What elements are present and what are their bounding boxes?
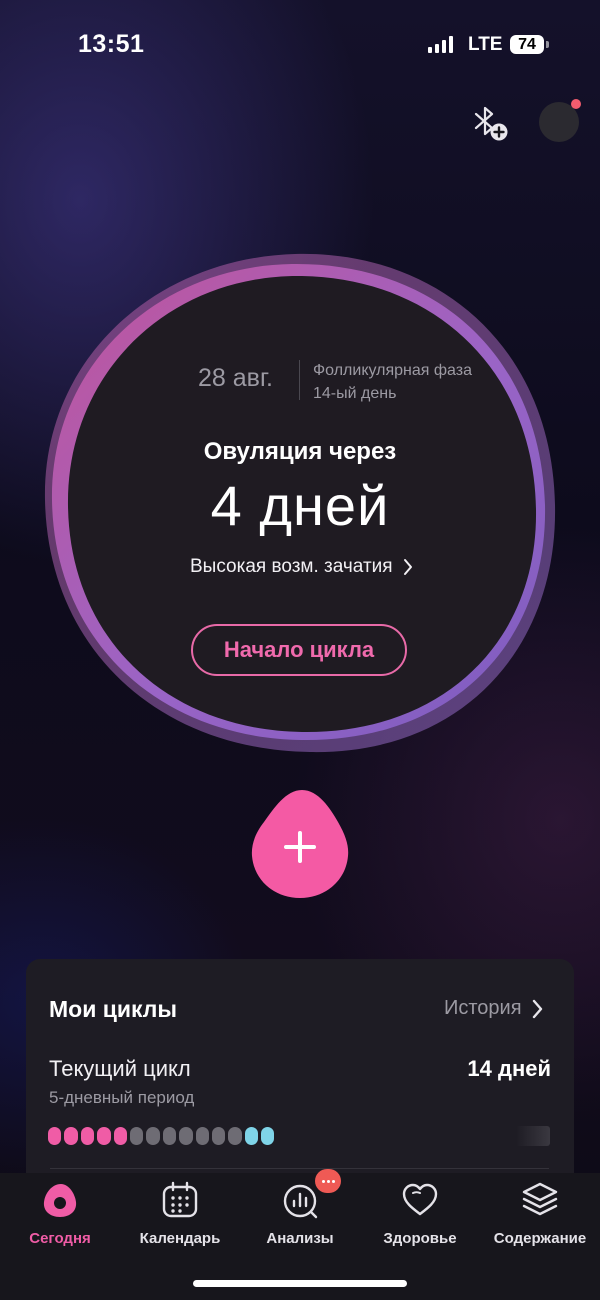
cycle-day-dot xyxy=(228,1127,242,1145)
cycle-day-dot xyxy=(80,1127,95,1145)
status-time: 13:51 xyxy=(78,30,145,58)
analytics-icon xyxy=(283,1184,318,1219)
current-date: 28 авг. xyxy=(198,364,273,392)
history-link[interactable]: История xyxy=(444,997,543,1020)
cycle-day-dot xyxy=(97,1127,111,1145)
cycle-day-dot xyxy=(113,1127,127,1145)
cycle-day-dot xyxy=(244,1127,259,1145)
battery-tip xyxy=(546,41,549,48)
period-length: 5-дневный период xyxy=(49,1088,195,1107)
cycle-day-dot xyxy=(195,1127,209,1145)
home-indicator[interactable] xyxy=(193,1280,407,1287)
cycle-day-dot xyxy=(129,1127,144,1145)
start-cycle-button[interactable]: Начало цикла xyxy=(191,624,407,676)
history-label: История xyxy=(444,997,522,1019)
analytics-badge xyxy=(315,1169,341,1193)
tab-label: Здоровье xyxy=(383,1230,457,1247)
signal-icon xyxy=(428,36,453,53)
today-icon xyxy=(43,1184,77,1217)
tab-analytics[interactable]: Анализы xyxy=(240,1180,360,1247)
tab-label: Сегодня xyxy=(29,1230,91,1247)
ovulation-label: Овуляция через xyxy=(203,438,397,465)
tab-health[interactable]: Здоровье xyxy=(360,1180,480,1247)
cycle-day-dots xyxy=(48,1127,275,1145)
bluetooth-add-button[interactable] xyxy=(470,104,510,144)
cycle-day-dot xyxy=(48,1127,62,1145)
tab-label: Анализы xyxy=(266,1230,334,1247)
chevron-right-icon xyxy=(532,999,542,1018)
ovulation-countdown: 4 дней xyxy=(210,474,390,537)
chevron-right-icon xyxy=(403,559,412,575)
cycle-day-dot xyxy=(179,1127,193,1145)
tab-label: Календарь xyxy=(139,1230,221,1247)
card-title: Мои циклы xyxy=(49,996,178,1022)
tab-today[interactable]: Сегодня xyxy=(0,1180,120,1247)
tab-content[interactable]: Содержание xyxy=(480,1180,600,1247)
heart-icon xyxy=(402,1183,438,1216)
card-divider xyxy=(50,1168,549,1169)
notification-dot xyxy=(571,99,581,109)
current-cycle-label: Текущий цикл xyxy=(49,1056,191,1081)
tab-calendar[interactable]: Календарь xyxy=(120,1180,240,1247)
tab-label: Содержание xyxy=(493,1230,587,1247)
current-cycle-days: 14 дней xyxy=(467,1056,551,1081)
add-log-button[interactable] xyxy=(250,788,350,900)
cycle-bar-fade xyxy=(516,1126,550,1146)
phase-day: 14-ый день xyxy=(313,385,397,402)
phase-name: Фолликулярная фаза xyxy=(313,362,473,379)
layers-icon xyxy=(522,1182,558,1216)
cycle-day-dot xyxy=(261,1127,275,1145)
cycle-day-dot xyxy=(64,1127,78,1145)
cycle-day-dot xyxy=(146,1127,160,1145)
cycle-day-dot xyxy=(162,1127,177,1145)
network-type: LTE xyxy=(468,34,503,55)
date-separator xyxy=(299,360,300,400)
fertility-link[interactable]: Высокая возм. зачатия xyxy=(190,556,413,578)
fertility-text: Высокая возм. зачатия xyxy=(190,556,393,577)
calendar-icon xyxy=(162,1181,198,1218)
battery-icon: 74 xyxy=(510,35,544,54)
cycle-phase: Фолликулярная фаза 14-ый день xyxy=(313,359,472,405)
bluetooth-add-icon xyxy=(474,106,508,141)
cycle-day-dot xyxy=(211,1127,226,1145)
